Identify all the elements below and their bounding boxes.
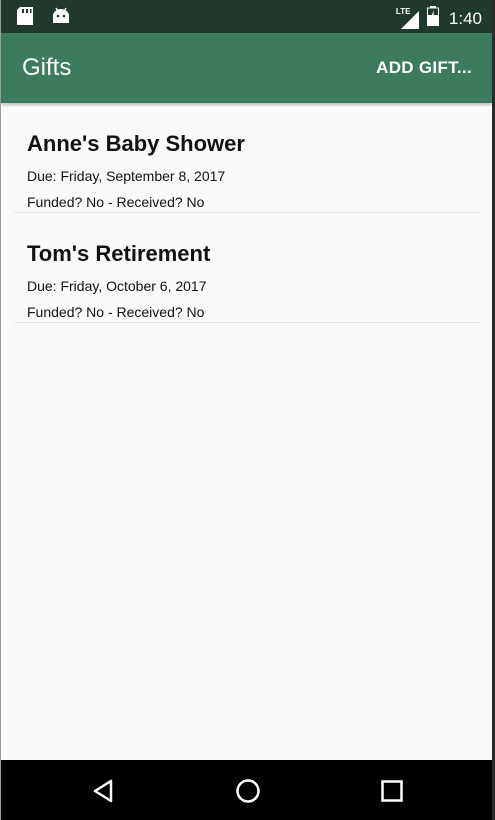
gift-name: Tom's Retirement <box>27 241 211 266</box>
gift-list-item[interactable]: Tom's Retirement Due: Friday, October 6,… <box>14 213 481 323</box>
phone-screen: LTE 1:40 Gifts ADD GIFT... Anne's Baby S… <box>0 0 495 820</box>
gift-list-item[interactable]: Anne's Baby Shower Due: Friday, Septembe… <box>14 103 481 213</box>
gift-due-date: Due: Friday, October 6, 2017 <box>27 278 207 294</box>
add-gift-button[interactable]: ADD GIFT... <box>376 58 472 78</box>
gift-list: Anne's Baby Shower Due: Friday, Septembe… <box>14 103 481 323</box>
recents-icon[interactable] <box>377 776 407 806</box>
lte-signal-icon: LTE <box>395 6 421 29</box>
gift-due-date: Due: Friday, September 8, 2017 <box>27 168 226 184</box>
android-icon <box>52 7 70 30</box>
gift-status: Funded? No - Received? No <box>27 194 205 210</box>
lte-label: LTE <box>395 6 411 16</box>
gift-status: Funded? No - Received? No <box>27 304 205 320</box>
back-icon[interactable] <box>89 776 119 806</box>
home-icon[interactable] <box>233 776 263 806</box>
gift-name: Anne's Baby Shower <box>27 131 245 156</box>
app-title: Gifts <box>22 54 72 81</box>
status-right-icons: LTE 1:40 <box>395 6 482 31</box>
sd-card-icon <box>17 7 33 30</box>
battery-icon <box>426 6 439 31</box>
navigation-bar <box>1 760 492 820</box>
status-bar: LTE 1:40 <box>1 0 492 33</box>
clock: 1:40 <box>448 8 482 28</box>
status-left-icons <box>17 7 70 30</box>
app-bar: Gifts ADD GIFT... <box>1 33 492 103</box>
